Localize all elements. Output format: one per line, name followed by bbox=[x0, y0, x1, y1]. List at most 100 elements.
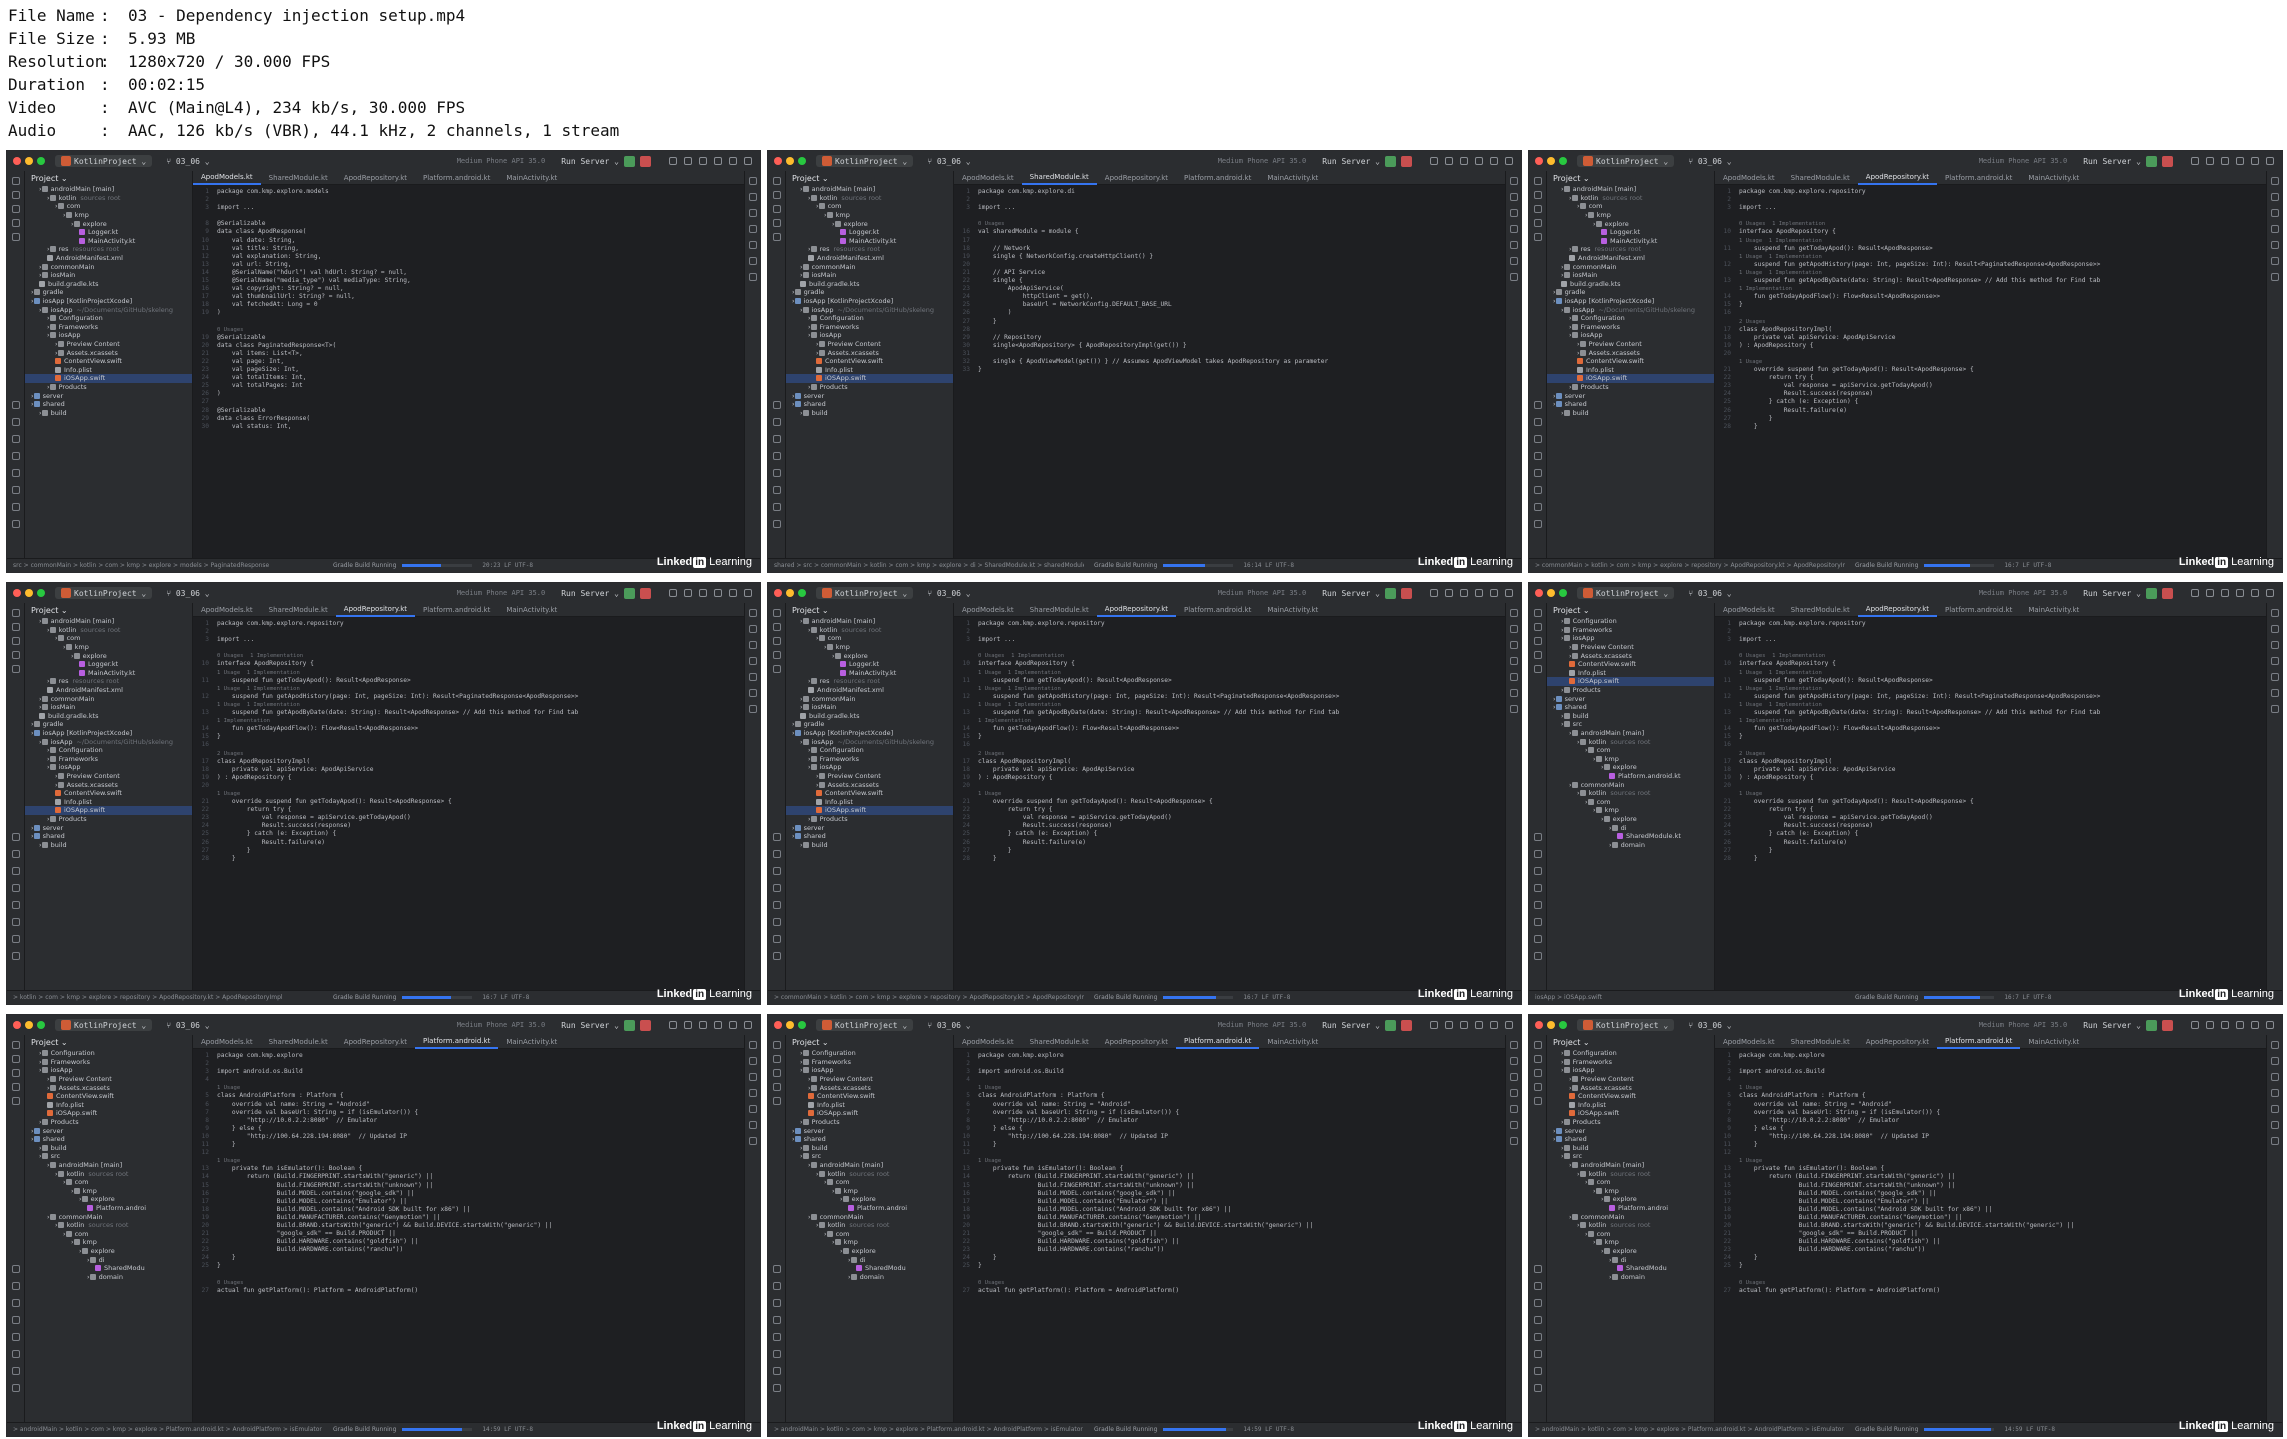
project-tree-item[interactable]: › iosApp ~/Documents/GitHub/skeleng bbox=[786, 305, 953, 314]
notifications-icon[interactable] bbox=[2271, 1041, 2279, 1049]
project-tree-item[interactable]: › shared bbox=[1547, 400, 1714, 409]
build-icon[interactable] bbox=[2206, 157, 2214, 165]
problems-icon[interactable] bbox=[1534, 1333, 1542, 1341]
run-configuration-selector[interactable]: Run Server ⌄ bbox=[2083, 589, 2141, 598]
navigation-breadcrumb[interactable]: src > commonMain > kotlin > com > kmp > … bbox=[13, 562, 323, 569]
editor-tab[interactable]: ApodRepository.kt bbox=[335, 603, 415, 617]
gradle-icon[interactable] bbox=[749, 1057, 757, 1065]
editor-tab[interactable]: Platform.android.kt bbox=[415, 1035, 499, 1049]
running-devices-icon[interactable] bbox=[1510, 1089, 1518, 1097]
settings-icon[interactable] bbox=[2251, 589, 2259, 597]
account-icon[interactable] bbox=[2266, 589, 2274, 597]
device-manager-icon[interactable] bbox=[773, 1384, 781, 1392]
gradle-icon[interactable] bbox=[2271, 1057, 2279, 1065]
project-tree-item[interactable]: iOSApp.swift bbox=[25, 806, 192, 815]
run-button[interactable] bbox=[1385, 587, 1396, 599]
commit-icon[interactable] bbox=[1534, 1055, 1542, 1063]
project-tree-item[interactable]: › di bbox=[786, 1255, 953, 1264]
editor-tab[interactable]: MainActivity.kt bbox=[2020, 171, 2087, 185]
terminal-icon[interactable] bbox=[1534, 1316, 1542, 1324]
project-tree-item[interactable]: AndroidManifest.xml bbox=[786, 686, 953, 695]
more-tools-icon[interactable] bbox=[773, 1097, 781, 1105]
account-icon[interactable] bbox=[744, 157, 752, 165]
project-tool-icon[interactable] bbox=[12, 1041, 20, 1049]
device-mirroring-icon[interactable] bbox=[2271, 209, 2279, 217]
project-tree-item[interactable]: ContentView.swift bbox=[25, 1092, 192, 1101]
navigation-breadcrumb[interactable]: > kotlin > com > kmp > explore > reposit… bbox=[13, 994, 323, 1001]
code-area[interactable]: 1 package com.kmp.explore.di 2 3 import ... 0… bbox=[954, 185, 1505, 374]
ai-assistant-icon[interactable] bbox=[1510, 1137, 1518, 1145]
structure-icon[interactable] bbox=[773, 205, 781, 213]
project-tree-item[interactable]: › src bbox=[786, 1152, 953, 1161]
project-tree-item[interactable]: ContentView.swift bbox=[25, 357, 192, 366]
caret-position[interactable]: 16:7 LF UTF-8 bbox=[1243, 994, 1290, 1001]
project-tree-item[interactable]: › build bbox=[1547, 1144, 1714, 1153]
emulator-icon[interactable] bbox=[1510, 689, 1518, 697]
project-tree-item[interactable]: › Frameworks bbox=[1547, 323, 1714, 332]
sync-icon[interactable] bbox=[669, 1021, 677, 1029]
run-button[interactable] bbox=[1385, 1019, 1396, 1031]
project-tree-item[interactable]: › Preview Content bbox=[25, 340, 192, 349]
more-tools-icon[interactable] bbox=[1534, 665, 1542, 673]
run-button[interactable] bbox=[2146, 587, 2157, 599]
profile-icon[interactable] bbox=[699, 589, 707, 597]
resource-manager-icon[interactable] bbox=[12, 1083, 20, 1091]
logcat-icon[interactable] bbox=[773, 1299, 781, 1307]
project-tree-item[interactable]: › shared bbox=[786, 400, 953, 409]
sync-icon[interactable] bbox=[1430, 1021, 1438, 1029]
git-icon[interactable] bbox=[773, 1350, 781, 1358]
project-tree-item[interactable]: › iosApp bbox=[1547, 1066, 1714, 1075]
project-tree-item[interactable]: › di bbox=[1547, 1255, 1714, 1264]
editor-tab[interactable]: MainActivity.kt bbox=[1259, 1035, 1326, 1049]
project-tool-icon[interactable] bbox=[773, 1041, 781, 1049]
project-tree-item[interactable]: › server bbox=[1547, 694, 1714, 703]
project-selector[interactable]: KotlinProject ⌄ bbox=[55, 155, 153, 167]
build-variants-icon[interactable] bbox=[1534, 401, 1542, 409]
vcs-branch-selector[interactable]: ⑂ 03_06 ⌄ bbox=[927, 1021, 970, 1030]
project-tree-item[interactable]: › explore bbox=[1547, 763, 1714, 772]
zoom-window-button[interactable] bbox=[1559, 1021, 1567, 1029]
project-tree-item[interactable]: › commonMain bbox=[25, 1212, 192, 1221]
project-tree-item[interactable]: › Preview Content bbox=[1547, 1075, 1714, 1084]
run-tool-icon[interactable] bbox=[12, 850, 20, 858]
editor-tab[interactable]: ApodRepository.kt bbox=[1857, 603, 1937, 617]
structure-icon[interactable] bbox=[1534, 637, 1542, 645]
project-tree-item[interactable]: › Assets.xcassets bbox=[1547, 651, 1714, 660]
device-mirroring-icon[interactable] bbox=[1510, 209, 1518, 217]
minimize-window-button[interactable] bbox=[25, 157, 33, 165]
sync-icon[interactable] bbox=[2191, 157, 2199, 165]
project-tree-item[interactable]: › Assets.xcassets bbox=[786, 1083, 953, 1092]
run-tool-icon[interactable] bbox=[773, 418, 781, 426]
run-configuration-selector[interactable]: Run Server ⌄ bbox=[1322, 1021, 1380, 1030]
account-icon[interactable] bbox=[1505, 1021, 1513, 1029]
project-tree-item[interactable]: › commonMain bbox=[1547, 780, 1714, 789]
ai-assistant-icon[interactable] bbox=[749, 1137, 757, 1145]
more-tools-icon[interactable] bbox=[12, 665, 20, 673]
project-tree-item[interactable]: › build bbox=[25, 408, 192, 417]
close-window-button[interactable] bbox=[1535, 589, 1543, 597]
caret-position[interactable]: 16:7 LF UTF-8 bbox=[482, 994, 529, 1001]
project-tree-item[interactable]: › explore bbox=[1547, 219, 1714, 228]
account-icon[interactable] bbox=[1505, 589, 1513, 597]
run-tool-icon[interactable] bbox=[773, 1282, 781, 1290]
ai-assistant-icon[interactable] bbox=[749, 273, 757, 281]
running-devices-icon[interactable] bbox=[2271, 657, 2279, 665]
build-icon[interactable] bbox=[2206, 1021, 2214, 1029]
run-tool-icon[interactable] bbox=[773, 850, 781, 858]
profile-icon[interactable] bbox=[699, 157, 707, 165]
app-quality-icon[interactable] bbox=[773, 503, 781, 511]
editor-tab[interactable]: SharedModule.kt bbox=[261, 1035, 336, 1049]
app-quality-icon[interactable] bbox=[773, 935, 781, 943]
stop-button[interactable] bbox=[640, 155, 651, 167]
device-mirroring-icon[interactable] bbox=[1510, 641, 1518, 649]
build-icon[interactable] bbox=[2206, 589, 2214, 597]
project-tree-item[interactable]: › kotlin sources root bbox=[25, 1169, 192, 1178]
project-tree-item[interactable]: › iosApp bbox=[1547, 331, 1714, 340]
editor-tab[interactable]: SharedModule.kt bbox=[261, 171, 336, 185]
run-tool-icon[interactable] bbox=[12, 1282, 20, 1290]
editor-tab[interactable]: ApodRepository.kt bbox=[1097, 1035, 1176, 1049]
project-selector[interactable]: KotlinProject ⌄ bbox=[1577, 1019, 1675, 1031]
project-tree-item[interactable]: › Configuration bbox=[786, 314, 953, 323]
zoom-window-button[interactable] bbox=[37, 589, 45, 597]
project-tree-item[interactable]: Platform.androi bbox=[1547, 1204, 1714, 1213]
